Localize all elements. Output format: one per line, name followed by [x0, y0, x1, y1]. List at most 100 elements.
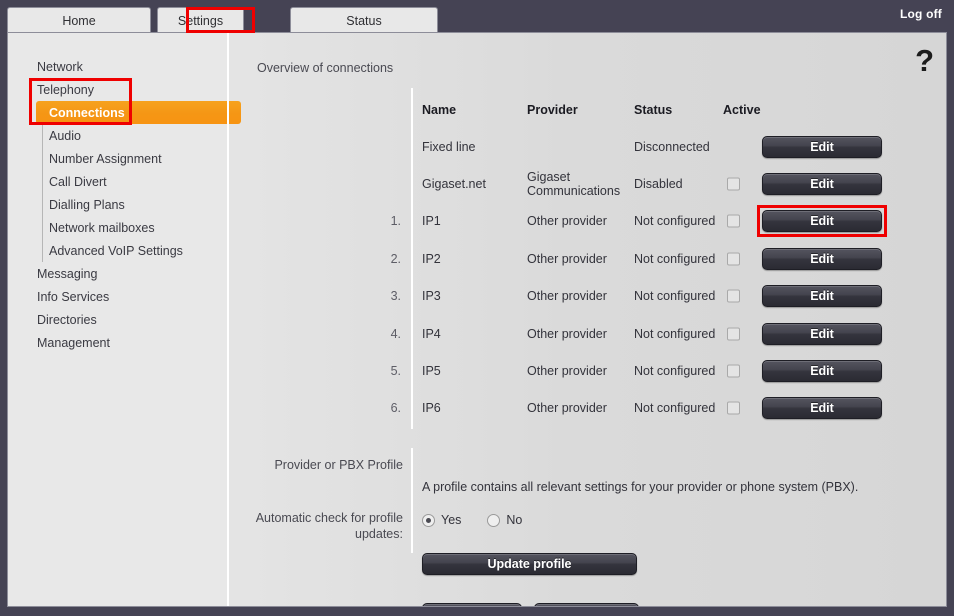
sidebar-item-call-divert[interactable]: Call Divert	[8, 170, 227, 193]
column-header-active: Active	[723, 102, 761, 117]
sidebar-item-label: Directories	[37, 312, 97, 327]
row-status: Disabled	[634, 177, 683, 192]
log-off-link[interactable]: Log off	[900, 7, 942, 21]
sidebar-divider	[227, 33, 229, 606]
tab-settings[interactable]: Settings	[157, 7, 244, 33]
row-name: IP1	[422, 214, 441, 229]
row-index: 1.	[390, 214, 401, 229]
row-status: Not configured	[634, 326, 716, 341]
row-name: Gigaset.net	[422, 177, 486, 192]
sidebar-item-label: Telephony	[37, 82, 94, 97]
row-provider: Other provider	[527, 289, 607, 304]
sidebar-item-management[interactable]: Management	[8, 331, 227, 354]
sidebar-item-label: Network mailboxes	[49, 220, 155, 235]
table-row: 6. IP6 Other provider Not configured Edi…	[229, 390, 946, 427]
row-status: Disconnected	[634, 139, 710, 154]
auto-check-radio-group: Yes No	[422, 513, 522, 527]
table-header-row: Name Provider Status Active	[229, 91, 946, 128]
row-status: Not configured	[634, 251, 716, 266]
auto-check-label: Automatic check for profile updates:	[255, 511, 403, 541]
table-row: 2. IP2 Other provider Not configured Edi…	[229, 240, 946, 277]
help-question-mark-icon[interactable]: ?	[915, 45, 934, 76]
edit-button[interactable]: Edit	[762, 173, 882, 196]
update-profile-button[interactable]: Update profile	[422, 553, 637, 575]
active-checkbox[interactable]	[727, 327, 740, 341]
column-header-name: Name	[422, 102, 457, 117]
sidebar-item-network[interactable]: Network	[8, 55, 227, 78]
sidebar-item-label: Number Assignment	[49, 151, 162, 166]
content-area: ? Overview of connections Name Provider …	[229, 33, 946, 606]
row-name: IP6	[422, 401, 441, 416]
row-index: 4.	[390, 326, 401, 341]
sidebar-item-label: Dialling Plans	[49, 197, 125, 212]
sidebar-item-info-services[interactable]: Info Services	[8, 285, 227, 308]
active-checkbox[interactable]	[727, 177, 740, 191]
active-checkbox[interactable]	[727, 401, 740, 415]
edit-button[interactable]: Edit	[762, 135, 882, 158]
active-checkbox[interactable]	[727, 364, 740, 378]
table-row: 5. IP5 Other provider Not configured Edi…	[229, 352, 946, 389]
pbx-profile-label: Provider or PBX Profile	[274, 458, 403, 472]
edit-button[interactable]: Edit	[762, 322, 882, 345]
profile-column-divider	[411, 448, 413, 553]
row-index: 6.	[390, 401, 401, 416]
sidebar-item-audio[interactable]: Audio	[8, 124, 227, 147]
row-name: IP4	[422, 326, 441, 341]
sidebar-item-label: Info Services	[37, 289, 110, 304]
row-provider: Other provider	[527, 251, 607, 266]
sidebar-item-label: Call Divert	[49, 174, 107, 189]
browser-window: Log off Home Settings Status Network Tel…	[0, 0, 954, 616]
sidebar-item-dialling-plans[interactable]: Dialling Plans	[8, 193, 227, 216]
sidebar-item-label: Network	[37, 59, 83, 74]
table-row: Fixed line Disconnected Edit	[229, 128, 946, 165]
row-name: Fixed line	[422, 139, 476, 154]
row-provider: Other provider	[527, 326, 607, 341]
row-index: 3.	[390, 289, 401, 304]
row-status: Not configured	[634, 214, 716, 229]
sidebar-item-telephony[interactable]: Telephony	[8, 78, 227, 101]
active-checkbox[interactable]	[727, 252, 740, 266]
row-name: IP5	[422, 364, 441, 379]
tab-home[interactable]: Home	[7, 7, 151, 33]
row-status: Not configured	[634, 289, 716, 304]
edit-button[interactable]: Edit	[762, 247, 882, 270]
sidebar-item-connections[interactable]: Connections	[8, 101, 241, 124]
column-header-provider: Provider	[527, 102, 578, 117]
row-name: IP2	[422, 251, 441, 266]
row-provider: Other provider	[527, 364, 607, 379]
sidebar-item-advanced-voip-settings[interactable]: Advanced VoIP Settings	[8, 239, 227, 262]
radio-no-icon[interactable]	[487, 513, 501, 527]
set-button[interactable]: Set	[422, 603, 522, 606]
sidebar-item-label: Audio	[49, 128, 81, 143]
active-checkbox[interactable]	[727, 289, 740, 303]
radio-yes-label: Yes	[441, 513, 462, 527]
radio-option-no[interactable]: No	[487, 513, 522, 527]
radio-no-label: No	[506, 513, 523, 527]
sidebar-item-directories[interactable]: Directories	[8, 308, 227, 331]
row-name: IP3	[422, 289, 441, 304]
table-row: 1. IP1 Other provider Not configured Edi…	[229, 203, 946, 240]
row-provider: Gigaset Communications	[527, 170, 621, 199]
active-checkbox[interactable]	[727, 214, 740, 228]
edit-button[interactable]: Edit	[762, 360, 882, 383]
cancel-button[interactable]: Cancel	[534, 603, 639, 606]
sidebar-item-label: Connections	[49, 105, 125, 120]
edit-button[interactable]: Edit	[762, 285, 882, 308]
sidebar-item-messaging[interactable]: Messaging	[8, 262, 227, 285]
profile-description: A profile contains all relevant settings…	[422, 480, 859, 494]
sidebar-item-label: Messaging	[37, 266, 98, 281]
edit-button[interactable]: Edit	[762, 210, 882, 233]
row-index: 5.	[390, 364, 401, 379]
main-panel: Network Telephony Connections Audio Numb…	[7, 32, 947, 607]
radio-option-yes[interactable]: Yes	[422, 513, 461, 527]
row-provider: Other provider	[527, 401, 607, 416]
row-status: Not configured	[634, 364, 716, 379]
connections-table: Name Provider Status Active Fixed line D…	[229, 91, 946, 427]
row-status: Not configured	[634, 401, 716, 416]
page-title: Overview of connections	[257, 61, 394, 75]
edit-button[interactable]: Edit	[762, 397, 882, 420]
sidebar-item-network-mailboxes[interactable]: Network mailboxes	[8, 216, 227, 239]
sidebar-item-number-assignment[interactable]: Number Assignment	[8, 147, 227, 170]
radio-yes-icon[interactable]	[422, 513, 435, 527]
tab-status[interactable]: Status	[290, 7, 438, 33]
